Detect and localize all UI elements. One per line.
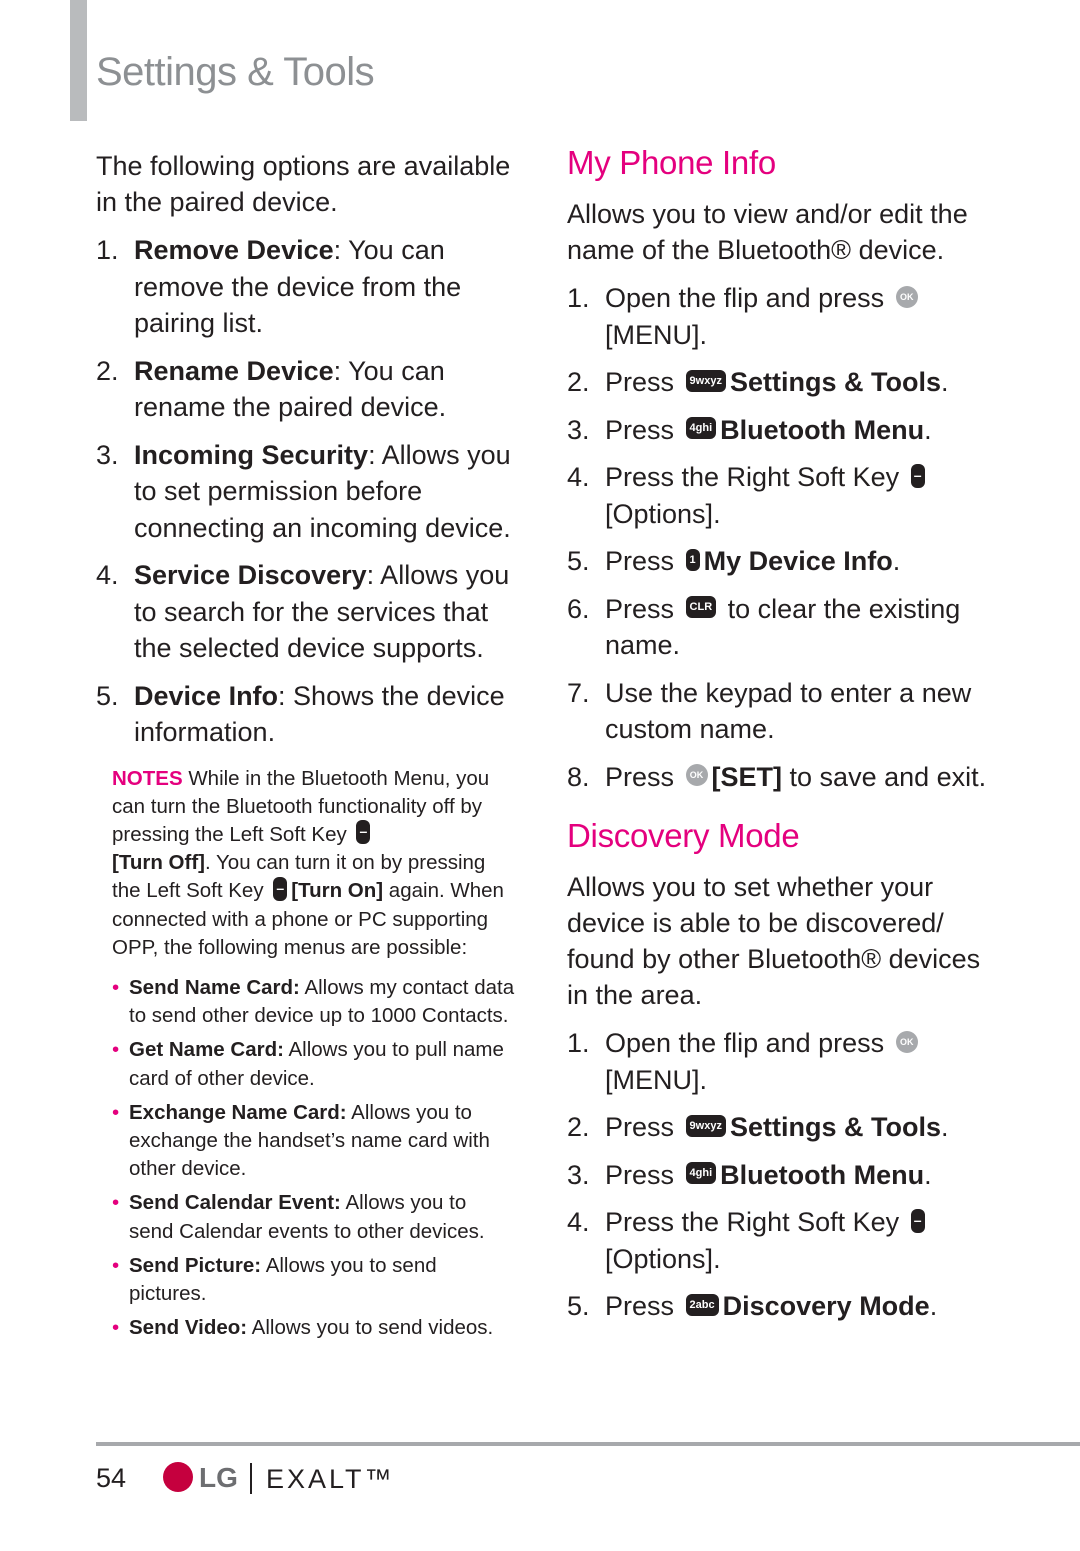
page-number: 54 (96, 1463, 127, 1493)
ok-key-icon: OK (895, 1030, 918, 1053)
left-soft-key-icon: – (356, 820, 371, 845)
key-4-icon: 4ghi (685, 417, 717, 440)
step-item: 5. Press 2abc Discovery Mode. (567, 1291, 938, 1321)
bullet-icon: • (112, 1253, 120, 1277)
step-item: 3. Press 4ghi Bluetooth Menu. (567, 414, 932, 445)
bullet-icon: • (112, 1100, 120, 1124)
list-item: • Get Name Card: Allows you to pull name … (112, 1038, 504, 1090)
key-4-icon: 4ghi (685, 1162, 717, 1185)
product-name: EXALT™ (266, 1464, 395, 1494)
key-2-icon: 2abc (685, 1293, 719, 1316)
brand-separator (250, 1463, 252, 1494)
section-heading-my-phone-info: My Phone Info (567, 144, 776, 181)
bullet-icon: • (112, 1316, 120, 1340)
step-item: 2. Press 9wxyz Settings & Tools. (567, 367, 949, 397)
opp-menu-list: • Send Name Card: Allows my contact data … (112, 974, 516, 1342)
key-9-icon: 9wxyz (685, 1114, 726, 1137)
list-item: • Send Video: Allows you to send videos. (112, 1314, 516, 1342)
list-item: 1. Remove Device: You can remove the devi… (96, 235, 462, 338)
list-item: • Send Calendar Event: Allows you to send… (112, 1191, 485, 1243)
paired-options-list: 1. Remove Device: You can remove the devi… (96, 232, 516, 751)
bullet-icon: • (112, 975, 120, 999)
step-item: 2. Press 9wxyz Settings & Tools. (567, 1112, 949, 1142)
bullet-icon: • (112, 1191, 120, 1215)
intro-text: The following options are available in t… (96, 151, 511, 217)
notes-box: NOTES While in the Bluetooth Menu, you c… (112, 766, 504, 959)
list-item: 4. Service Discovery: Allows you to searc… (96, 560, 510, 663)
step-item: 4. Press the Right Soft Key – [Options]. (567, 1204, 987, 1277)
notes-label: NOTES (112, 766, 183, 790)
step-item: 7. Use the keypad to enter a new custom n… (567, 677, 972, 745)
key-9-icon: 9wxyz (685, 369, 726, 392)
right-soft-key-icon: – (910, 463, 925, 488)
step-item: 4. Press the Right Soft Key – [Options]. (567, 459, 987, 532)
my-phone-info-steps: 1. Open the flip and press OK [MENU]. 2. Pr… (567, 280, 987, 795)
right-column: My Phone Info Allows you to view and/or … (567, 144, 987, 1336)
lg-logo-icon (163, 1462, 193, 1492)
list-item: 5. Device Info: Shows the device informat… (96, 680, 505, 748)
step-item: 3. Press 4ghi Bluetooth Menu. (567, 1159, 932, 1190)
brand-name: LG (199, 1462, 238, 1493)
step-item: 8. Press OK [SET] to save and exit. (567, 761, 987, 792)
right-soft-key-icon: – (910, 1208, 925, 1233)
page-title: Settings & Tools (96, 50, 375, 94)
list-item: 2. Rename Device: You can rename the pair… (96, 355, 447, 423)
ok-key-icon: OK (685, 764, 708, 787)
section-marker-bar (70, 0, 87, 121)
step-item: 1. Open the flip and press OK [MENU]. (567, 1025, 987, 1098)
list-item: 3. Incoming Security: Allows you to set p… (96, 439, 511, 543)
ok-key-icon: OK (895, 285, 918, 308)
step-item: 5. Press 1 My Device Info. (567, 546, 901, 576)
step-item: 6. Press CLR to clear the existing name. (567, 593, 961, 661)
section-heading-discovery-mode: Discovery Mode (567, 817, 800, 854)
list-item: • Send Name Card: Allows my contact data … (112, 975, 515, 1028)
section-intro: Allows you to set whether your device is… (567, 872, 981, 1010)
step-item: 1. Open the flip and press OK [MENU]. (567, 280, 987, 353)
left-soft-key-icon: – (273, 876, 288, 901)
section-intro: Allows you to view and/or edit the name … (567, 199, 968, 265)
discovery-mode-steps: 1. Open the flip and press OK [MENU]. 2. Pr… (567, 1025, 987, 1325)
key-1-icon: 1 (685, 548, 700, 571)
left-column: The following options are available in t… (96, 148, 516, 1348)
clr-key-icon: CLR (685, 596, 717, 619)
bullet-icon: • (112, 1038, 120, 1062)
footer-divider (96, 1442, 1080, 1446)
list-item: • Send Picture: Allows you to send pictur… (112, 1253, 437, 1305)
list-item: • Exchange Name Card: Allows you to excha… (112, 1100, 490, 1181)
